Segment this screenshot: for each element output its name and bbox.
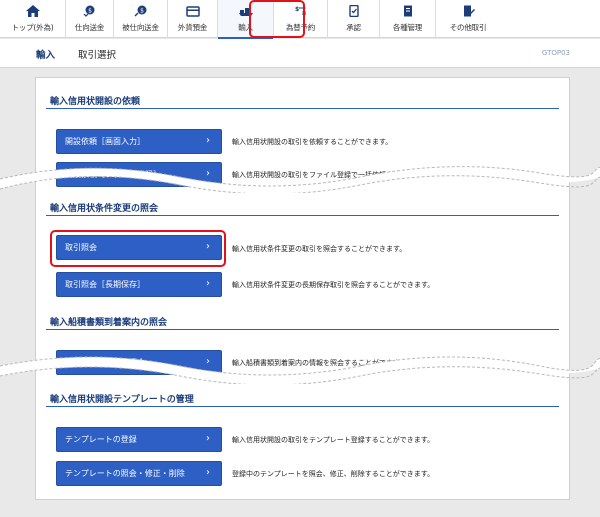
svg-text:$: $	[140, 8, 144, 15]
page-title: 取引選択	[78, 50, 117, 61]
deposit-icon	[185, 6, 200, 17]
nav-label: 為替予約	[285, 23, 316, 32]
section-divider	[46, 108, 559, 109]
nav-label: 承認	[346, 23, 361, 32]
shipping-docs-inquiry-desc: 輸入船積書類到着案内の情報を照会することができます。	[232, 359, 414, 367]
transaction-select-panel: 輸入信用状開設の依頼 開設依頼［画面入力］ › 輸入信用状開設の取引を依頼するこ…	[35, 77, 570, 500]
svg-text:$: $	[295, 6, 299, 13]
chevron-right-icon: ›	[206, 467, 210, 478]
section-title-shipping-docs: 輸入船積書類到着案内の照会	[50, 318, 168, 328]
chevron-right-icon: ›	[206, 241, 210, 252]
home-icon	[25, 5, 40, 17]
shipping-docs-inquiry-button[interactable]: 船積書類到着案内照会 ›	[56, 350, 222, 375]
lc-request-screen-entry-desc: 輸入信用状開設の取引を依頼することができます。	[232, 138, 393, 146]
transaction-inquiry-desc: 輸入信用状条件変更の取引を照会することができます。	[232, 245, 407, 253]
nav-label: 輸入	[238, 23, 253, 32]
template-inquiry-edit-delete-desc: 登録中のテンプレートを照会、修正、削除することができます。	[232, 470, 435, 478]
main-nav: トップ(外為) $ 仕向送金 $ 被仕向送金 外貨預金 輸入 $ ¥ 為替予約 承…	[0, 0, 600, 39]
nav-incoming-remittance[interactable]: $ 被仕向送金	[114, 0, 168, 38]
chevron-right-icon: ›	[206, 135, 210, 146]
nav-approval[interactable]: 承認	[328, 0, 380, 38]
svg-text:$: $	[88, 8, 92, 15]
chevron-right-icon: ›	[206, 278, 210, 289]
section-title-lc-amendment: 輸入信用状条件変更の照会	[50, 204, 159, 214]
exchange-contract-icon: $¥	[295, 6, 307, 17]
other-transactions-icon	[464, 5, 475, 17]
section-divider	[46, 329, 559, 330]
outgoing-remittance-icon: $	[83, 5, 94, 17]
button-label: 取引照会［長期保存］	[65, 280, 145, 289]
section-divider	[46, 406, 559, 407]
chevron-right-icon: ›	[206, 356, 210, 367]
button-label: テンプレートの照会・修正・削除	[65, 469, 185, 478]
lc-request-file-upload-desc: 輸入信用状開設の取引をファイル登録で一括依頼することができます。	[232, 171, 456, 179]
breadcrumb: 輸入 取引選択 GTOP03	[0, 39, 600, 68]
breadcrumb-category: 輸入	[36, 50, 56, 61]
transaction-inquiry-button[interactable]: 取引照会 ›	[56, 235, 222, 260]
nav-label: 各種管理	[392, 23, 423, 32]
chevron-right-icon: ›	[206, 433, 210, 444]
chevron-right-icon: ›	[206, 168, 210, 179]
section-title-lc-request: 輸入信用状開設の依頼	[50, 97, 141, 107]
nav-management[interactable]: 各種管理	[380, 0, 436, 38]
nav-other-transactions[interactable]: その他取引	[436, 0, 500, 38]
nav-exchange-contract[interactable]: $ ¥ 為替予約	[274, 0, 328, 38]
screen-code: GTOP03	[541, 49, 570, 57]
svg-text:¥: ¥	[302, 11, 307, 17]
management-icon	[403, 5, 412, 17]
button-label: 船積書類到着案内照会	[65, 358, 145, 367]
nav-outgoing-remittance[interactable]: $ 仕向送金	[66, 0, 114, 38]
section-title-template-management: 輸入信用状開設テンプレートの管理	[50, 395, 194, 405]
nav-label: その他取引	[449, 23, 487, 32]
nav-label: 外貨預金	[177, 23, 208, 32]
section-divider	[46, 215, 559, 216]
nav-fx-deposit[interactable]: 外貨預金	[168, 0, 218, 38]
incoming-remittance-icon: $	[134, 5, 146, 17]
lc-request-file-upload-button[interactable]: 開設依頼［ファイル登録］ ›	[56, 162, 222, 187]
nav-label: 仕向送金	[74, 23, 105, 32]
approval-icon	[348, 5, 359, 17]
button-label: 取引照会	[65, 243, 97, 252]
button-label: テンプレートの登録	[65, 435, 137, 444]
import-icon	[238, 8, 253, 16]
lc-request-screen-entry-button[interactable]: 開設依頼［画面入力］ ›	[56, 129, 222, 154]
button-label: 開設依頼［画面入力］	[65, 137, 145, 146]
button-label: 開設依頼［ファイル登録］	[65, 170, 161, 179]
nav-label: トップ(外為)	[11, 23, 54, 32]
template-register-button[interactable]: テンプレートの登録 ›	[56, 427, 222, 452]
transaction-inquiry-long-term-button[interactable]: 取引照会［長期保存］ ›	[56, 272, 222, 297]
transaction-inquiry-long-term-desc: 輸入信用状条件変更の長期保存取引を照会することができます。	[232, 281, 435, 289]
nav-top[interactable]: トップ(外為)	[0, 0, 66, 38]
template-register-desc: 輸入信用状開設の取引をテンプレート登録することができます。	[232, 436, 435, 444]
nav-label: 被仕向送金	[122, 23, 159, 32]
nav-import[interactable]: 輸入	[218, 0, 274, 39]
template-inquiry-edit-delete-button[interactable]: テンプレートの照会・修正・削除 ›	[56, 461, 222, 486]
